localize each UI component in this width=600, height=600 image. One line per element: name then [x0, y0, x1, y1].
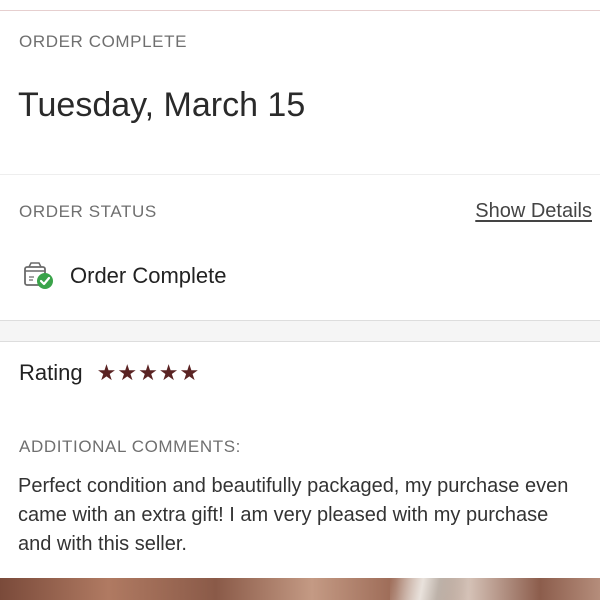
order-status-row: Order Complete [22, 259, 227, 293]
order-details-page: ORDER COMPLETE Tuesday, March 15 ORDER S… [0, 0, 600, 600]
star-icon: ★ [158, 360, 179, 385]
section-separator-band [0, 320, 600, 342]
star-icon: ★ [117, 360, 138, 385]
order-complete-label: ORDER COMPLETE [19, 32, 188, 51]
top-divider [0, 0, 600, 11]
rating-stars: ★ ★ ★ ★ ★ [97, 362, 201, 384]
order-status-label: ORDER STATUS [19, 202, 157, 221]
rating-label: Rating [19, 360, 83, 385]
order-date: Tuesday, March 15 [18, 86, 306, 124]
star-icon: ★ [138, 360, 158, 385]
box-check-icon [22, 259, 56, 293]
order-status-text: Order Complete [70, 263, 227, 288]
rating-row: Rating ★ ★ ★ ★ ★ [19, 360, 200, 386]
review-comment-text: Perfect condition and beautifully packag… [18, 475, 569, 555]
show-details-link[interactable]: Show Details [475, 200, 592, 223]
star-icon: ★ [179, 360, 200, 385]
star-icon: ★ [96, 360, 117, 385]
product-photo [0, 578, 600, 600]
section-divider [0, 174, 600, 175]
additional-comments-label: ADDITIONAL COMMENTS: [19, 437, 241, 456]
